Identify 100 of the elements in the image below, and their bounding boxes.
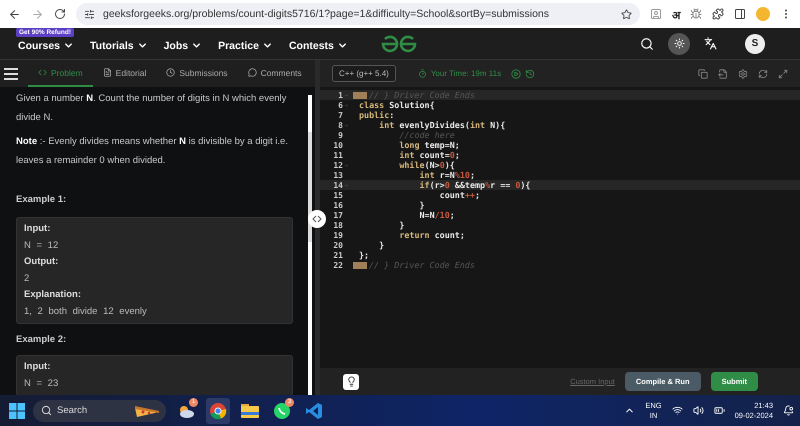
user-avatar[interactable]: S bbox=[745, 34, 765, 54]
line-number: 1 bbox=[338, 90, 343, 100]
example-value: N = 12 bbox=[24, 238, 60, 252]
chat-bubble-icon bbox=[273, 402, 291, 420]
back-icon[interactable] bbox=[8, 8, 21, 20]
code-line: count++; bbox=[438, 190, 480, 200]
extension-button[interactable]: अ bbox=[672, 6, 680, 22]
example-label: Explanation: bbox=[24, 288, 82, 302]
line-number: 16 bbox=[333, 200, 343, 210]
code-line: int count=0; bbox=[398, 150, 460, 160]
translate-icon[interactable] bbox=[704, 37, 717, 50]
scrollbar[interactable] bbox=[308, 95, 312, 395]
sun-icon bbox=[674, 38, 684, 49]
code-icon bbox=[38, 68, 47, 77]
line-number: 19 bbox=[333, 230, 343, 240]
search-icon[interactable] bbox=[640, 36, 654, 50]
battery-icon[interactable] bbox=[714, 405, 725, 416]
clock-icon bbox=[166, 68, 176, 77]
line-number: 13 bbox=[333, 170, 343, 180]
code-line: } bbox=[398, 220, 404, 230]
taskbar-app[interactable] bbox=[206, 398, 230, 424]
language-select[interactable]: C++ (g++ 5.4) bbox=[332, 65, 396, 82]
code-line: } bbox=[378, 240, 384, 250]
wifi-icon[interactable] bbox=[672, 405, 683, 416]
example-label: Input: bbox=[24, 360, 52, 374]
start-icon[interactable] bbox=[9, 402, 25, 418]
timer-text: Your Time: 19m 11s bbox=[430, 69, 502, 78]
side-panel-icon[interactable] bbox=[734, 8, 746, 20]
code-line: while(N>0){ bbox=[398, 160, 455, 170]
code-line: public: bbox=[359, 110, 394, 120]
code-line: } bbox=[418, 200, 425, 210]
line-number: 12 bbox=[333, 160, 343, 170]
code-line: return count; bbox=[398, 230, 465, 240]
line-number: 10 bbox=[333, 140, 343, 150]
example-label: Input: bbox=[24, 222, 52, 236]
notification-icon[interactable] bbox=[783, 405, 794, 416]
nav-menu[interactable]: Jobs bbox=[164, 40, 202, 52]
problem-text: Note :- Evenly divides means whether N is divisible by a digit i.e. leaves a remainder 0 when divided. bbox=[16, 135, 289, 168]
hint-button[interactable] bbox=[343, 374, 359, 390]
line-number: 22 bbox=[333, 260, 343, 270]
fold-marker[interactable] bbox=[353, 262, 367, 268]
line-number: 6 bbox=[338, 100, 343, 110]
line-number: 20 bbox=[333, 240, 343, 250]
line-number: 21 bbox=[333, 250, 343, 260]
url-text: geeksforgeeks.org/problems/count-digits5716/1?page=1&difficulty=School&sortBy=submissions bbox=[103, 8, 550, 20]
code-line: // } Driver Code Ends bbox=[369, 260, 475, 270]
example-title: Example 2: bbox=[16, 334, 68, 345]
example-title: Example 1: bbox=[16, 194, 68, 205]
resize-arrows-icon bbox=[312, 215, 322, 223]
extensions-icon[interactable] bbox=[712, 8, 724, 20]
lightbulb-icon bbox=[346, 376, 356, 387]
code-line: }; bbox=[359, 250, 370, 260]
search-field[interactable]: Search bbox=[33, 400, 166, 422]
timer-icon bbox=[418, 69, 427, 78]
search-icon bbox=[41, 404, 52, 416]
nav-menu[interactable]: Tutorials bbox=[90, 40, 148, 52]
document-icon bbox=[102, 68, 112, 77]
file-export-icon[interactable] bbox=[718, 68, 728, 78]
code-line: if(r>0 &&temp%r == 0){ bbox=[418, 180, 530, 190]
play-icon[interactable] bbox=[511, 68, 522, 78]
site-settings-icon[interactable] bbox=[84, 8, 95, 20]
reload-icon[interactable] bbox=[54, 8, 66, 20]
pizza-icon bbox=[134, 404, 160, 418]
profile-extension-icon[interactable] bbox=[650, 8, 662, 20]
example-value: 1, 2 both divide 12 evenly bbox=[24, 304, 148, 318]
nav-menu[interactable]: Courses bbox=[18, 40, 74, 52]
copy-icon[interactable] bbox=[698, 68, 708, 78]
code-line: //code here bbox=[398, 130, 455, 140]
nav-menu[interactable]: Contests bbox=[288, 40, 348, 52]
code-line: class Solution{ bbox=[359, 100, 435, 110]
bug-icon[interactable] bbox=[690, 8, 702, 20]
example-value: 2 bbox=[24, 272, 30, 286]
reset-timer-icon[interactable] bbox=[525, 68, 536, 78]
logo-icon bbox=[380, 35, 418, 53]
line-number: 8 bbox=[338, 120, 343, 130]
bookmark-star-icon[interactable] bbox=[621, 8, 632, 20]
chat-icon bbox=[248, 68, 257, 77]
menu-icon[interactable] bbox=[4, 68, 18, 80]
settings-icon[interactable] bbox=[738, 68, 748, 78]
line-number: 9 bbox=[338, 130, 343, 140]
problem-tab[interactable]: Problem bbox=[28, 60, 93, 87]
code-line: int evenlyDivides(int N){ bbox=[378, 120, 506, 130]
line-number: 11 bbox=[333, 150, 343, 160]
problem-tab[interactable]: Editorial bbox=[92, 60, 156, 87]
example-label: Output: bbox=[24, 255, 60, 269]
problem-text: Given a number N. Count the number of digits in N which evenly divide N. bbox=[16, 92, 288, 125]
folder-icon bbox=[241, 403, 259, 418]
volume-icon[interactable] bbox=[692, 405, 704, 416]
nav-menu[interactable]: Practice bbox=[218, 40, 273, 52]
fullscreen-icon[interactable] bbox=[778, 68, 788, 78]
code-line: N=N/10; bbox=[418, 210, 455, 220]
fold-marker[interactable] bbox=[353, 92, 367, 98]
example-value: N = 23 bbox=[24, 376, 60, 390]
theme-toggle[interactable] bbox=[668, 32, 690, 54]
address-bar[interactable]: geeksforgeeks.org/problems/count-digits5716/1?page=1&difficulty=School&sortBy=submissions bbox=[76, 3, 640, 25]
problem-tab[interactable]: Comments bbox=[238, 60, 312, 87]
browser-icon bbox=[209, 402, 227, 420]
refresh-icon[interactable] bbox=[758, 68, 768, 78]
problem-tab[interactable]: Submissions bbox=[156, 60, 238, 87]
line-number: 18 bbox=[333, 220, 343, 230]
